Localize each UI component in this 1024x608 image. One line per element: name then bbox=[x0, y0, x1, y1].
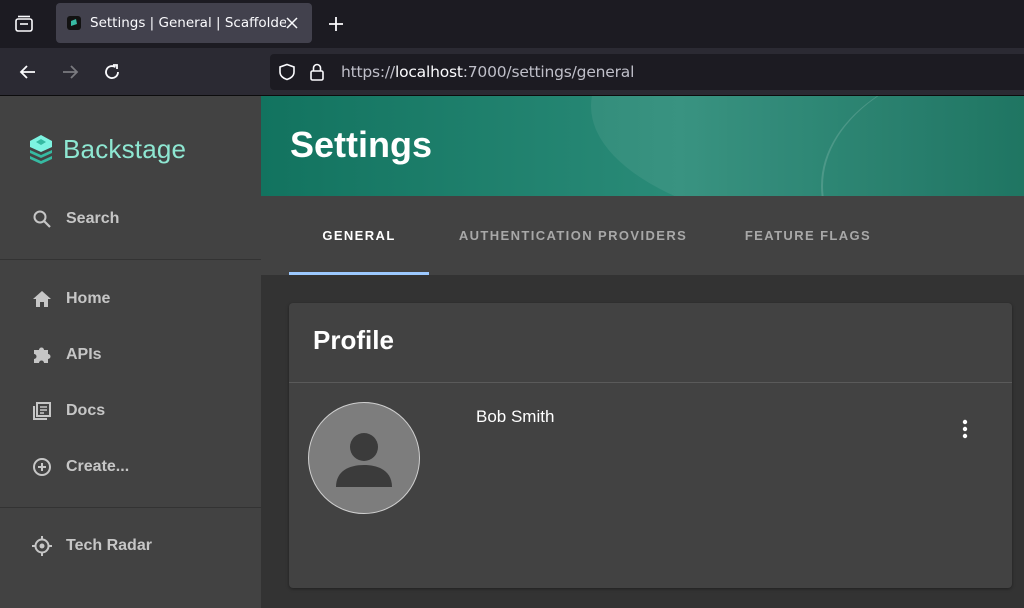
radar-icon bbox=[31, 535, 53, 557]
sidebar-item-label: APIs bbox=[66, 346, 102, 363]
url-host: localhost bbox=[394, 63, 463, 81]
tab-overview-button[interactable] bbox=[0, 0, 48, 48]
url-path: :7000/settings/general bbox=[462, 63, 635, 81]
browser-tab-bar: Settings | General | Scaffolded bbox=[0, 0, 1024, 48]
reload-icon bbox=[105, 64, 119, 79]
sidebar-item-create[interactable]: Create... bbox=[0, 443, 261, 491]
sidebar-item-home[interactable]: Home bbox=[0, 275, 261, 323]
tab-authentication-providers[interactable]: AUTHENTICATION PROVIDERS bbox=[443, 196, 703, 275]
page-title: Settings bbox=[290, 124, 433, 165]
page-header: Settings bbox=[261, 96, 1024, 196]
url-text: https://localhost:7000/settings/general bbox=[341, 63, 634, 81]
sidebar-divider bbox=[0, 507, 261, 508]
library-books-icon bbox=[31, 400, 53, 422]
profile-card: Profile Bob Smith bbox=[289, 303, 1012, 588]
logo-text: Backstage bbox=[63, 133, 187, 164]
tab-overview-icon bbox=[15, 15, 33, 32]
browser-tab-title: Settings | General | Scaffolded bbox=[90, 15, 286, 31]
shield-icon bbox=[279, 63, 295, 81]
settings-tabs: GENERAL AUTHENTICATION PROVIDERS FEATURE… bbox=[261, 196, 1024, 275]
sidebar-item-label: Search bbox=[66, 210, 120, 227]
search-icon bbox=[31, 208, 53, 230]
more-vert-icon bbox=[962, 419, 968, 439]
close-icon bbox=[286, 17, 298, 29]
avatar bbox=[308, 402, 420, 514]
backstage-favicon-icon bbox=[67, 16, 81, 30]
new-tab-button[interactable] bbox=[322, 10, 350, 38]
browser-tab-settings[interactable]: Settings | General | Scaffolded bbox=[56, 3, 312, 43]
sidebar-divider bbox=[0, 259, 261, 260]
more-options-button[interactable] bbox=[953, 417, 977, 441]
card-divider bbox=[289, 382, 1012, 383]
puzzle-icon bbox=[31, 344, 53, 366]
sidebar-item-tech-radar[interactable]: Tech Radar bbox=[0, 522, 261, 570]
sidebar-item-label: Docs bbox=[66, 402, 106, 419]
sidebar-item-label: Create... bbox=[66, 458, 130, 475]
back-button[interactable] bbox=[14, 58, 42, 86]
address-bar[interactable]: https://localhost:7000/settings/general bbox=[270, 54, 1024, 90]
browser-nav-bar: https://localhost:7000/settings/general bbox=[0, 48, 1024, 96]
arrow-left-icon bbox=[19, 65, 35, 79]
arrow-right-icon bbox=[63, 65, 79, 79]
lock-icon bbox=[310, 63, 324, 81]
forward-button[interactable] bbox=[56, 58, 84, 86]
sidebar-item-apis[interactable]: APIs bbox=[0, 331, 261, 379]
sidebar-item-label: Home bbox=[66, 290, 111, 307]
reload-button[interactable] bbox=[98, 58, 126, 86]
user-name: Bob Smith bbox=[476, 407, 555, 426]
tab-general[interactable]: GENERAL bbox=[289, 196, 429, 275]
sidebar-item-docs[interactable]: Docs bbox=[0, 387, 261, 435]
backstage-logo-icon bbox=[30, 135, 52, 164]
card-title: Profile bbox=[313, 325, 394, 355]
plus-icon bbox=[329, 17, 343, 31]
sidebar-item-search[interactable]: Search bbox=[0, 195, 261, 243]
home-icon bbox=[31, 288, 53, 310]
add-circle-outline-icon bbox=[31, 456, 53, 478]
backstage-logo[interactable]: Backstage bbox=[27, 132, 186, 166]
close-tab-button[interactable] bbox=[282, 13, 302, 33]
tab-feature-flags[interactable]: FEATURE FLAGS bbox=[731, 196, 885, 275]
sidebar-item-label: Tech Radar bbox=[66, 537, 152, 554]
url-scheme: https:// bbox=[341, 63, 395, 81]
person-icon bbox=[336, 433, 392, 487]
